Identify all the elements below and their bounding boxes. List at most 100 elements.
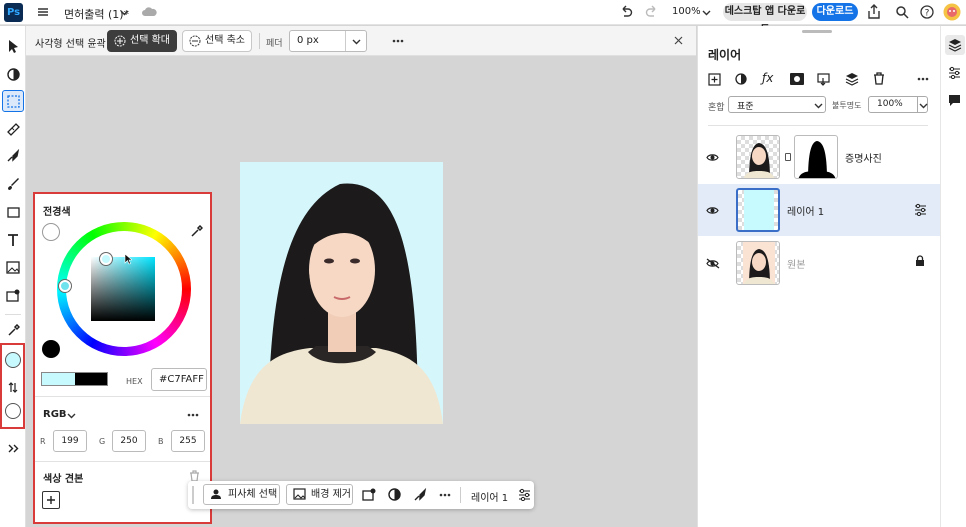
adjust-tool-icon[interactable] <box>2 63 24 85</box>
color-wheel[interactable] <box>57 222 191 356</box>
layer-stack-icon[interactable] <box>845 72 859 86</box>
undo-icon[interactable] <box>619 5 633 19</box>
layer-properties-icon[interactable] <box>518 488 531 501</box>
generative-fill-icon[interactable] <box>2 284 24 306</box>
chevron-down-icon[interactable] <box>814 101 823 110</box>
avatar[interactable] <box>943 3 961 21</box>
shrink-selection-button[interactable]: 선택 축소 <box>182 30 252 52</box>
layer-row-selected[interactable]: 레이어 1 <box>698 184 940 236</box>
eye-icon[interactable] <box>706 206 719 215</box>
expand-selection-button[interactable]: 선택 확대 <box>107 30 177 52</box>
more-icon[interactable] <box>439 493 451 497</box>
redo-icon[interactable] <box>645 5 659 19</box>
text-tool-icon[interactable] <box>2 229 24 251</box>
portrait-photo <box>240 183 443 424</box>
more-icon[interactable] <box>392 39 404 43</box>
image-tool-icon[interactable] <box>2 256 24 278</box>
add-swatch-button[interactable] <box>42 491 60 509</box>
layer-properties-icon[interactable] <box>914 203 927 216</box>
add-layer-icon[interactable] <box>708 73 721 86</box>
expand-icon <box>114 35 126 47</box>
swap-colors-icon[interactable] <box>8 382 18 393</box>
desktop-download-button[interactable]: 데스크탑 앱 다운로드 <box>723 3 807 35</box>
link-icon[interactable] <box>785 153 791 161</box>
panel-drag-handle[interactable] <box>802 30 832 33</box>
menu-icon[interactable] <box>36 5 50 19</box>
chevron-down-icon[interactable] <box>352 37 361 46</box>
svg-text:?: ? <box>925 9 930 19</box>
marquee-tool-icon[interactable] <box>2 90 24 112</box>
background-color-swatch[interactable] <box>5 403 21 419</box>
fx-icon[interactable]: ƒx <box>762 71 773 85</box>
sv-handle[interactable] <box>100 253 112 265</box>
layers-panel-icon[interactable] <box>945 35 965 55</box>
hex-input[interactable]: #C7FAFF <box>151 368 207 391</box>
remove-background-button[interactable]: 배경 제거 <box>286 484 353 505</box>
person-icon <box>210 488 222 500</box>
chevron-down-icon[interactable] <box>67 411 76 420</box>
swatches-title: 색상 견본 <box>43 474 84 485</box>
zoom-chevron-icon[interactable] <box>702 8 711 17</box>
clip-layer-icon[interactable] <box>817 73 830 86</box>
color-swatch-group <box>0 343 25 429</box>
canvas-image[interactable] <box>240 162 443 424</box>
panel-title: 전경색 <box>43 207 71 218</box>
quick-action-icon[interactable] <box>2 145 24 167</box>
shrink-label: 선택 축소 <box>205 35 245 46</box>
feather-value: 0 px <box>297 35 319 46</box>
chevron-down-icon[interactable] <box>120 8 129 17</box>
r-input[interactable]: 199 <box>53 430 87 452</box>
color-mode-dropdown[interactable]: RGB <box>43 409 67 420</box>
move-tool-icon[interactable] <box>2 35 24 57</box>
eyedropper-icon[interactable] <box>190 225 203 238</box>
lock-icon[interactable] <box>915 255 925 267</box>
drag-handle[interactable] <box>192 486 194 504</box>
feather-label: 페더 <box>266 39 283 49</box>
brush-tool-icon[interactable] <box>2 173 24 195</box>
hue-handle[interactable] <box>59 280 71 292</box>
properties-icon[interactable] <box>948 66 961 79</box>
blend-mode-dropdown[interactable]: 표준 <box>728 96 826 113</box>
layer-name: 레이어 1 <box>787 207 825 218</box>
close-icon[interactable] <box>674 36 683 45</box>
divider <box>259 33 260 49</box>
more-icon[interactable] <box>187 413 199 417</box>
select-subject-button[interactable]: 피사체 선택 <box>203 484 280 505</box>
search-icon[interactable] <box>895 5 909 19</box>
download-button[interactable]: 다운로드 <box>812 3 858 21</box>
healing-tool-icon[interactable] <box>2 118 24 140</box>
comments-icon[interactable] <box>948 94 961 107</box>
g-input[interactable]: 250 <box>112 430 146 452</box>
expand-toolbar-icon[interactable] <box>2 437 24 459</box>
chevron-down-icon[interactable] <box>919 101 928 110</box>
cursor-icon <box>124 253 132 265</box>
top-bar: Ps 면허출력 (1)* 100% 데스크탑 앱 다운로드 다운로드 ? <box>0 0 966 35</box>
eyedropper-icon[interactable] <box>2 319 24 341</box>
mask-icon[interactable] <box>790 73 804 85</box>
photoshop-logo: Ps <box>4 3 23 22</box>
left-toolbar <box>0 26 26 527</box>
b-input[interactable]: 255 <box>171 430 205 452</box>
b-label: B <box>158 437 164 446</box>
saturation-value-square[interactable] <box>91 257 155 321</box>
share-icon[interactable] <box>867 4 881 20</box>
adjustment-layer-icon[interactable] <box>735 73 748 86</box>
trash-icon[interactable] <box>873 72 885 85</box>
shape-tool-icon[interactable] <box>2 201 24 223</box>
zoom-level[interactable]: 100% <box>672 6 701 17</box>
foreground-color-swatch[interactable] <box>5 352 21 368</box>
background-preview[interactable] <box>42 340 60 358</box>
layer-row[interactable]: 증명사진 <box>698 131 940 183</box>
adjust-icon[interactable] <box>388 488 401 501</box>
feather-input[interactable]: 0 px <box>289 30 367 52</box>
layer-row[interactable]: 원본 <box>698 237 940 289</box>
layer-mask-thumbnail[interactable] <box>794 135 838 179</box>
eye-icon[interactable] <box>706 153 719 162</box>
quick-action-icon[interactable] <box>413 488 427 502</box>
opacity-input[interactable]: 100% <box>868 96 928 113</box>
layer-name: 원본 <box>787 260 806 271</box>
eye-hidden-icon[interactable] <box>706 258 720 269</box>
more-icon[interactable] <box>917 77 929 81</box>
help-icon[interactable]: ? <box>920 5 934 19</box>
generative-icon[interactable] <box>362 488 376 501</box>
